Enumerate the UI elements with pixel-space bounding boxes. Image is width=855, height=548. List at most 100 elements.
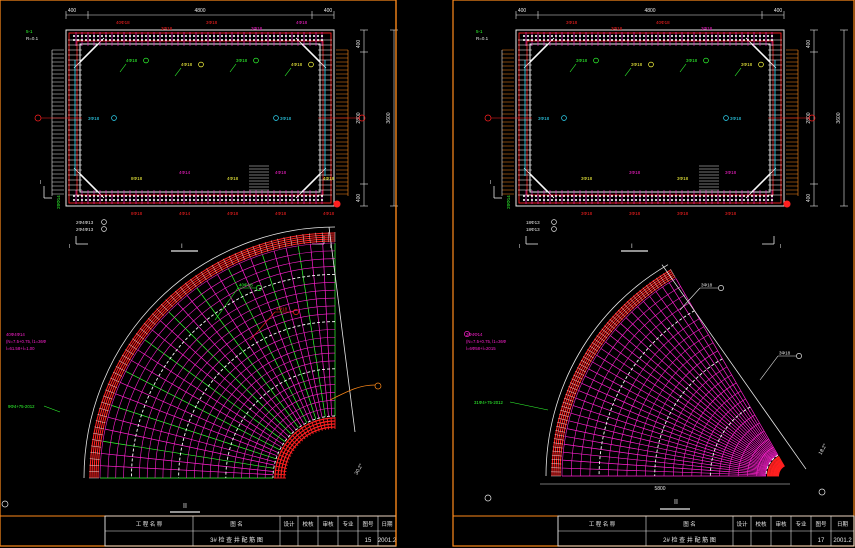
bar-dot [112, 198, 116, 202]
bar-dot [236, 194, 240, 198]
bar-dot [658, 34, 662, 38]
bar-dot [232, 34, 236, 38]
drawing-sheet-2: 工 程 名 称 图 名 设计 校核 审核 专业 图号 日期 2# 检 查 井 配 筋 图 17 20… [452, 0, 855, 547]
bar-dot [220, 198, 224, 202]
bar-dot [104, 34, 108, 38]
rebar-callout-bottom-outer: 4Φ14 [179, 211, 191, 216]
bar-dot [678, 34, 682, 38]
fan-inner-tie [767, 474, 780, 476]
bar-dot [176, 194, 180, 198]
bar-dot [316, 198, 320, 202]
bar-dot [726, 194, 730, 198]
rebar-callout-bottom-outer: 4Φ18 [323, 211, 335, 216]
title-cell: 工 程 名 称 [136, 520, 163, 528]
bar-dot [168, 194, 172, 198]
bar-dot [296, 38, 300, 42]
dim-text: 400 [356, 40, 362, 49]
dim-text: 400 [356, 194, 362, 203]
bar-dot [104, 194, 108, 198]
plan-note: R=0.1 [26, 36, 39, 41]
bar-dot [136, 198, 140, 202]
bar-dot [702, 194, 706, 198]
fan-note: l=6Φ58+l=2015 [466, 346, 496, 351]
bar-dot [606, 198, 610, 202]
bar-dot [140, 34, 144, 38]
bar-dot [144, 34, 148, 38]
callout-marker [561, 115, 567, 121]
bar-dot [124, 34, 128, 38]
bar-dot [570, 38, 574, 42]
bar-dot [192, 38, 196, 42]
bar-dot [276, 198, 280, 202]
bar-dot [650, 34, 654, 38]
bar-dot [746, 34, 750, 38]
bar-dot [104, 38, 108, 42]
bar-dot [618, 38, 622, 42]
bar-dot [76, 34, 80, 38]
haunch-bar [745, 167, 777, 199]
bar-dot [200, 194, 204, 198]
bar-dot [638, 198, 642, 202]
bar-dot [240, 194, 244, 198]
fan-callout: 40Φ18 [239, 283, 253, 288]
bar-dot [216, 34, 220, 38]
bar-dot [714, 38, 718, 42]
bar-dot [610, 198, 614, 202]
dim-text: 3600 [386, 112, 392, 123]
section-mark: I [631, 244, 633, 250]
bar-dot [256, 38, 260, 42]
bar-dot [244, 194, 248, 198]
bar-dot [124, 38, 128, 42]
bar-dot [734, 194, 738, 198]
rebar-callout-inner: 4Φ18 [181, 62, 193, 67]
bar-dot [108, 198, 112, 202]
bar-dot [92, 198, 96, 202]
bar-dot [586, 198, 590, 202]
bar-dot [128, 38, 132, 42]
bar-dot [264, 194, 268, 198]
bar-dot [80, 194, 84, 198]
bar-dot [722, 38, 726, 42]
bar-dot [682, 38, 686, 42]
bar-dot [88, 198, 92, 202]
callout-marker [758, 61, 764, 68]
rebar-callout-inner: 4Φ18 [126, 58, 138, 63]
bar-dot [84, 198, 88, 202]
title-cell: 设计 [736, 520, 748, 528]
bar-dot [738, 38, 742, 42]
bar-dot [550, 198, 554, 202]
bar-dot [100, 194, 104, 198]
bar-dot [164, 198, 168, 202]
bar-dot [168, 38, 172, 42]
bar-dot [710, 38, 714, 42]
plan-note: 5-1 [476, 29, 483, 34]
bar-dot [770, 194, 774, 198]
bar-dot [176, 34, 180, 38]
rebar-callout-top: 3Φ18 [251, 26, 263, 31]
bar-dot [670, 198, 674, 202]
plan-note: 5-1 [26, 29, 33, 34]
bar-dot [260, 38, 264, 42]
sheet-number: 17 [818, 538, 825, 544]
bar-dot [220, 34, 224, 38]
bar-dot [610, 34, 614, 38]
bar-dot [84, 38, 88, 42]
bar-dot [192, 194, 196, 198]
bar-dot [738, 194, 742, 198]
corner-marker [783, 200, 791, 208]
section-label: II [674, 499, 678, 506]
section-mark: I [780, 244, 781, 250]
bar-dot [670, 38, 674, 42]
bar-dot [686, 34, 690, 38]
bar-dot [754, 194, 758, 198]
bar-dot [300, 194, 304, 198]
callout-marker [551, 219, 557, 225]
section-mark: I [40, 180, 41, 186]
bar-dot [630, 194, 634, 198]
bar-dot [650, 198, 654, 202]
drawing-name: 2# 检 查 井 配 筋 图 [663, 536, 716, 544]
bar-dot [280, 198, 284, 202]
sheet-date: 2001.2 [378, 538, 397, 544]
bar-dot [124, 198, 128, 202]
bar-dot [682, 34, 686, 38]
